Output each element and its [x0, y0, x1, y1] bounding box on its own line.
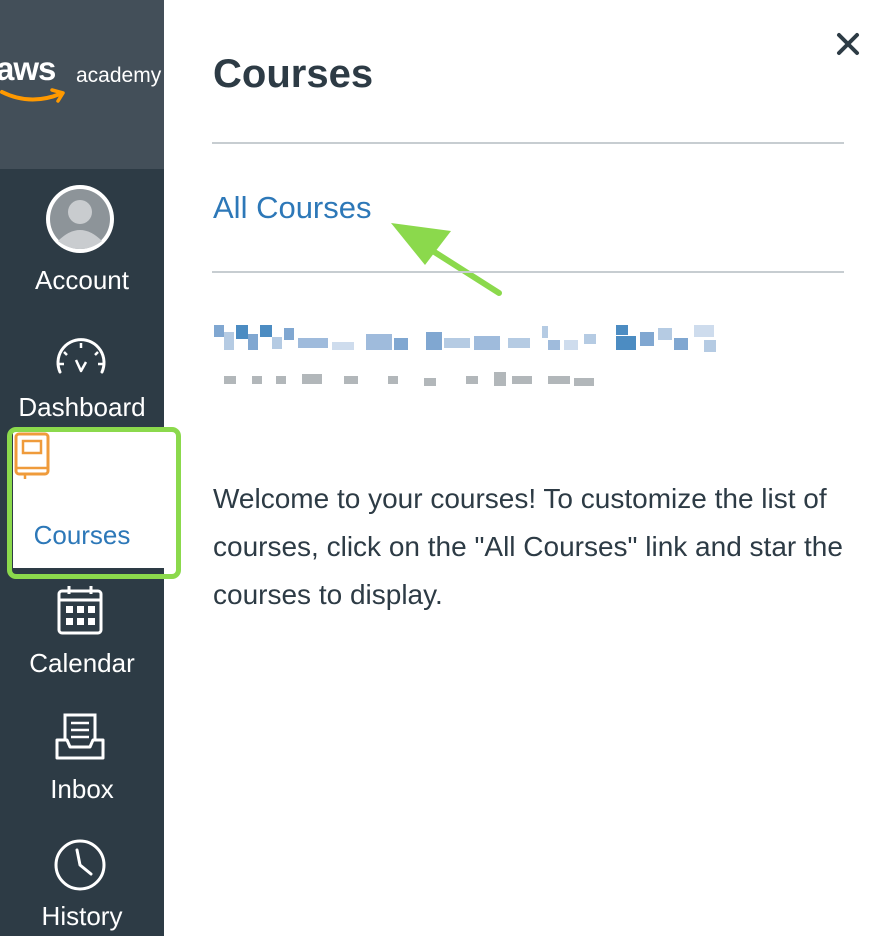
- nav-item-history[interactable]: History: [0, 836, 164, 936]
- aws-smile-icon: [0, 88, 65, 103]
- academy-logo-text: academy: [76, 64, 162, 87]
- nav-label-account: Account: [35, 265, 129, 295]
- tray-title: Courses: [213, 52, 374, 96]
- pointer-arrow-icon: [391, 223, 502, 296]
- all-courses-link[interactable]: All Courses: [213, 190, 372, 226]
- nav-item-courses[interactable]: Courses: [13, 432, 171, 568]
- welcome-message: Welcome to your courses! To customize th…: [213, 483, 843, 610]
- global-navigation: aws academy Account Dashboard Courses Ca…: [0, 0, 181, 936]
- divider: [212, 271, 844, 273]
- redacted-course-link[interactable]: [212, 320, 722, 400]
- calendar-icon: [57, 586, 103, 635]
- aws-logo-text: aws: [0, 50, 56, 87]
- book-icon: [14, 432, 50, 479]
- close-icon[interactable]: [832, 28, 864, 60]
- dashboard-gauge-icon: [56, 338, 106, 374]
- clock-icon: [54, 839, 106, 891]
- nav-label-history: History: [41, 901, 123, 931]
- nav-item-calendar[interactable]: Calendar: [0, 582, 164, 692]
- divider: [212, 142, 844, 144]
- nav-label-courses: Courses: [33, 520, 131, 550]
- nav-label-dashboard: Dashboard: [18, 392, 146, 422]
- brand-logo-link[interactable]: aws academy: [0, 0, 164, 169]
- inbox-icon: [55, 713, 105, 760]
- nav-item-dashboard[interactable]: Dashboard: [0, 330, 164, 430]
- avatar-icon: [46, 185, 114, 253]
- nav-item-account[interactable]: Account: [0, 180, 164, 300]
- nav-label-calendar: Calendar: [29, 648, 135, 678]
- nav-item-inbox[interactable]: Inbox: [0, 710, 164, 810]
- nav-label-inbox: Inbox: [50, 774, 114, 804]
